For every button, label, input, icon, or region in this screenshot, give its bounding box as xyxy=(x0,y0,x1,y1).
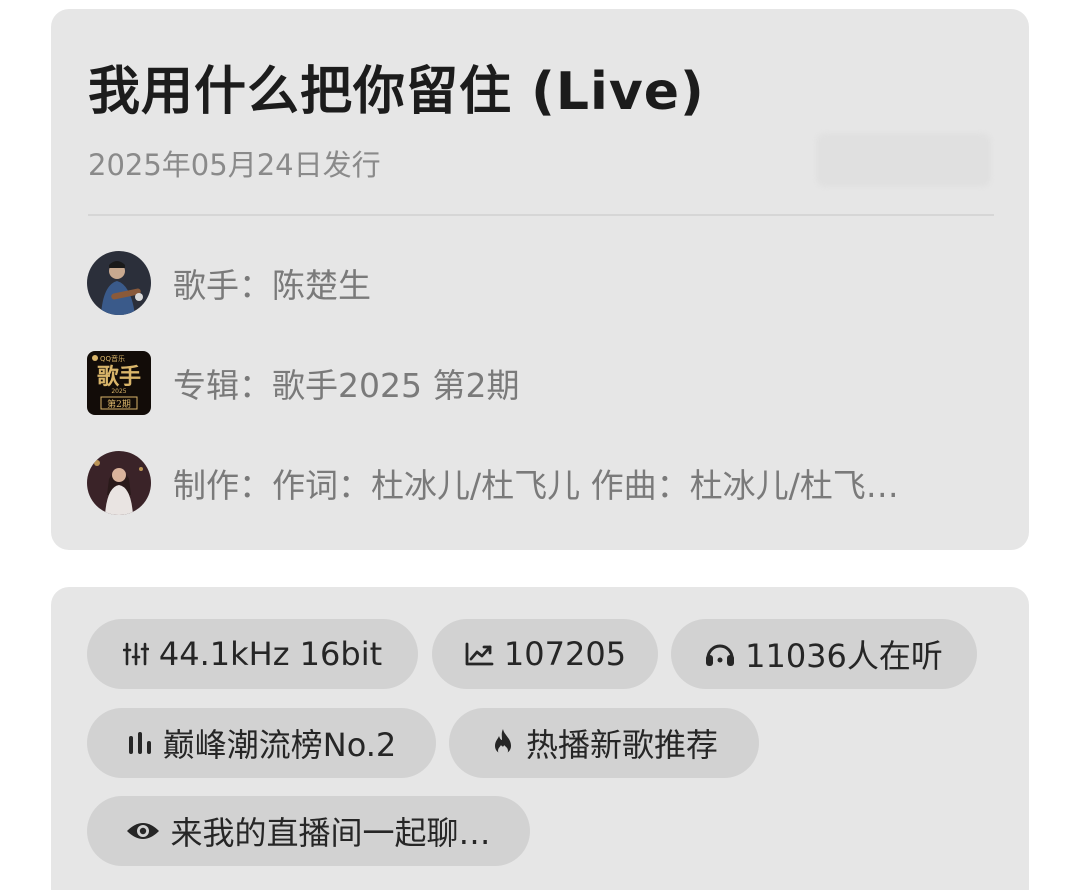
album-cover-brand: QQ音乐 xyxy=(100,354,125,363)
eye-icon xyxy=(126,819,160,843)
release-date: 2025年05月24日发行 xyxy=(88,148,381,182)
credits-label: 制作： xyxy=(173,466,272,505)
audio-quality-label: 44.1kHz 16bit xyxy=(158,635,383,673)
blurred-placeholder xyxy=(816,133,991,187)
artist-name[interactable]: 陈楚生 xyxy=(272,259,371,307)
hot-song-label: 热播新歌推荐 xyxy=(525,726,718,764)
tags-card: 44.1kHz 16bit 107205 11036人在听 巅峰潮流榜No.2 … xyxy=(51,587,1029,890)
credits-row[interactable]: 制作： 作词：杜冰儿/杜飞儿 作曲：杜冰儿/杜飞… xyxy=(87,451,899,515)
play-count-chip[interactable]: 107205 xyxy=(432,619,658,689)
album-label: 专辑： xyxy=(173,366,272,405)
listeners-label: 11036人在听 xyxy=(745,637,943,675)
album-cover-year: 2025 xyxy=(111,388,126,395)
song-title: 我用什么把你留住 (Live) xyxy=(88,62,705,122)
album-row[interactable]: QQ音乐 歌手 2025 第2期 专辑： 歌手2025 第2期 xyxy=(87,351,519,415)
live-room-chip[interactable]: 来我的直播间一起聊… xyxy=(87,796,530,866)
trending-up-icon xyxy=(464,641,494,667)
artist-row[interactable]: 歌手： 陈楚生 xyxy=(87,251,371,315)
credits-value[interactable]: 作词：杜冰儿/杜飞儿 作曲：杜冰儿/杜飞… xyxy=(272,459,899,507)
flame-icon xyxy=(490,728,516,758)
headphones-icon xyxy=(705,641,735,667)
chart-rank-chip[interactable]: 巅峰潮流榜No.2 xyxy=(87,708,436,778)
bar-chart-icon xyxy=(127,730,153,756)
album-cover-name: 歌手 xyxy=(97,364,141,390)
play-count-label: 107205 xyxy=(503,635,627,673)
artist-avatar xyxy=(87,251,151,315)
sliders-icon xyxy=(122,641,149,667)
album-cover-episode: 第2期 xyxy=(107,398,131,410)
hot-song-chip[interactable]: 热播新歌推荐 xyxy=(449,708,759,778)
album-name[interactable]: 歌手2025 第2期 xyxy=(272,359,519,407)
song-info-card: 我用什么把你留住 (Live) 2025年05月24日发行 歌手： 陈楚生 QQ… xyxy=(51,9,1029,550)
divider xyxy=(88,214,994,216)
live-room-label: 来我的直播间一起聊… xyxy=(170,814,491,852)
audio-quality-chip[interactable]: 44.1kHz 16bit xyxy=(87,619,418,689)
producer-avatar xyxy=(87,451,151,515)
chart-rank-label: 巅峰潮流榜No.2 xyxy=(162,726,397,764)
listeners-chip[interactable]: 11036人在听 xyxy=(671,619,977,689)
artist-label: 歌手： xyxy=(173,266,272,305)
album-cover: QQ音乐 歌手 2025 第2期 xyxy=(87,351,151,415)
